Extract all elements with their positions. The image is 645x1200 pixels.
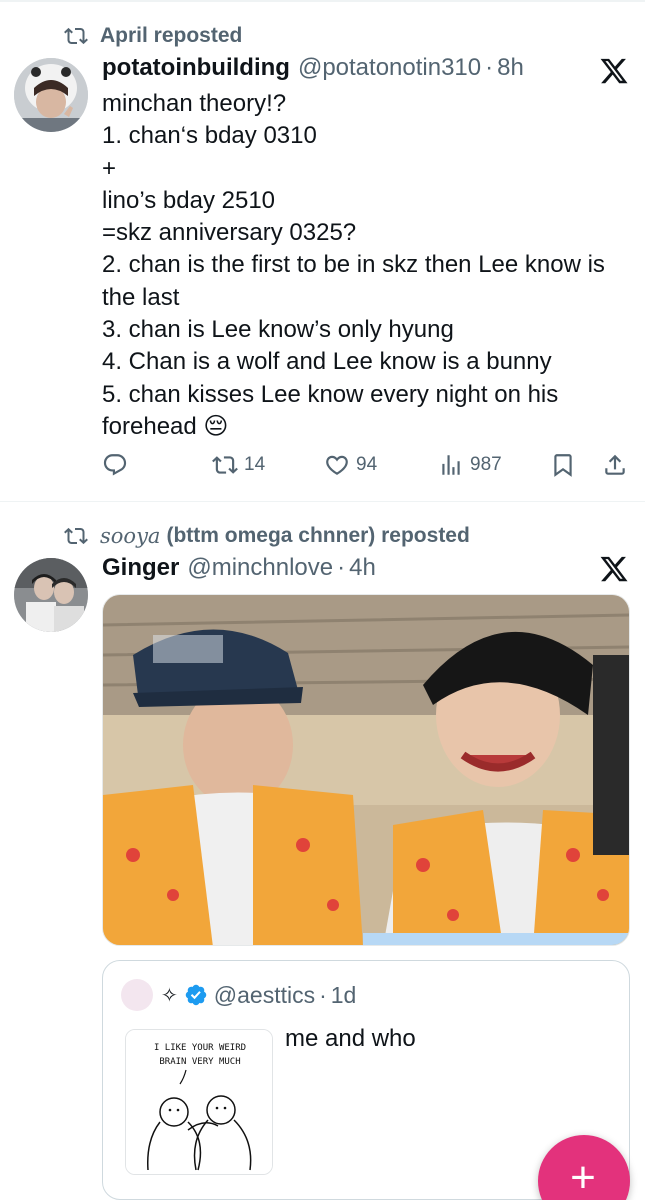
user-handle[interactable]: @potatonotin310 [298, 54, 481, 82]
like-icon [326, 455, 348, 475]
timestamp[interactable]: 8h [497, 54, 524, 82]
tweet-actions: 14 94 987 [102, 447, 632, 483]
bookmark-button[interactable] [550, 447, 582, 483]
repost-icon [64, 27, 88, 45]
avatar[interactable] [14, 558, 88, 632]
repost-icon [64, 527, 88, 545]
display-name[interactable]: potatoinbuilding [102, 54, 290, 82]
separator-dot: · [319, 981, 327, 1008]
repost-indicator[interactable]: April reposted [64, 22, 242, 50]
tweet-line: 2. chan is the first to be in skz then L… [102, 251, 605, 311]
compose-icon: + [570, 1153, 596, 1200]
tweet-line: + [102, 154, 117, 182]
tweet-line: lino’s bday 2510 [102, 186, 276, 214]
tweet-line: 4. Chan is a wolf and Lee know is a bunn… [102, 348, 552, 376]
quote-handle[interactable]: @aesttics [214, 982, 315, 1009]
separator-dot: · [485, 54, 494, 81]
views-icon [442, 455, 460, 475]
separator-dot: · [337, 554, 346, 581]
sparkle-icon: ✧ [161, 984, 178, 1007]
user-handle[interactable]: @minchnlove [187, 554, 333, 582]
reply-icon [103, 454, 127, 476]
repost-by-name: sooya [100, 524, 161, 548]
repost-button[interactable]: 14 [212, 447, 265, 483]
avatar[interactable] [14, 58, 88, 132]
views-button[interactable]: 987 [438, 447, 502, 483]
tweet[interactable]: April reposted potatoinbuilding @potaton… [0, 0, 645, 502]
like-count: 94 [356, 454, 378, 475]
bookmark-icon [554, 454, 572, 477]
avatar-image [14, 558, 88, 632]
share-icon [605, 454, 625, 475]
tweet-line: minchan theory!? [102, 90, 287, 117]
tweet-header: potatoinbuilding @potatonotin310 · 8h [102, 54, 524, 86]
view-count: 987 [470, 454, 502, 475]
tweet-line: 1. chan‘s bday 0310 [102, 122, 317, 150]
tweet-media-photo[interactable] [102, 594, 630, 946]
repost-count: 14 [244, 454, 266, 475]
tweet-line: 5. chan kisses Lee know every night on h… [102, 380, 559, 440]
repost-icon [212, 456, 238, 474]
photo-image [103, 595, 629, 945]
tweet[interactable]: sooya (bttm omega chnner) reposted Ginge… [0, 502, 645, 1200]
comic-text-line: I LIKE YOUR WEIRD [154, 1043, 246, 1053]
quote-avatar[interactable] [121, 979, 153, 1011]
x-logo-icon[interactable] [599, 56, 629, 86]
reply-button[interactable] [102, 447, 134, 483]
quote-timestamp[interactable]: 1d [331, 982, 357, 1009]
tweet-line: =skz anniversary 0325? [102, 219, 357, 247]
avatar-image [14, 58, 88, 132]
display-name[interactable]: Ginger [102, 554, 179, 582]
tweet-text: minchan theory!? 1. chan‘s bday 0310 + l… [102, 88, 627, 443]
timestamp[interactable]: 4h [349, 554, 376, 582]
x-logo-icon[interactable] [599, 554, 629, 584]
comic-image: I LIKE YOUR WEIRD BRAIN VERY MUCH [126, 1030, 272, 1174]
share-button[interactable] [602, 447, 634, 483]
verified-icon [185, 984, 207, 1006]
repost-indicator[interactable]: sooya (bttm omega chnner) reposted [64, 522, 470, 550]
comic-text-line: BRAIN VERY MUCH [159, 1057, 240, 1067]
tweet-line: 3. chan is Lee know’s only hyung [102, 316, 454, 344]
tweet-header: Ginger @minchnlove · 4h [102, 554, 376, 586]
quote-header: ✧ @aesttics · 1d [121, 979, 356, 1011]
quote-text: me and who [285, 1025, 416, 1052]
quote-media-comic[interactable]: I LIKE YOUR WEIRD BRAIN VERY MUCH [125, 1029, 273, 1175]
repost-by-label: April reposted [100, 24, 243, 47]
like-button[interactable]: 94 [324, 447, 377, 483]
repost-by-label: (bttm omega chnner) reposted [166, 524, 470, 547]
